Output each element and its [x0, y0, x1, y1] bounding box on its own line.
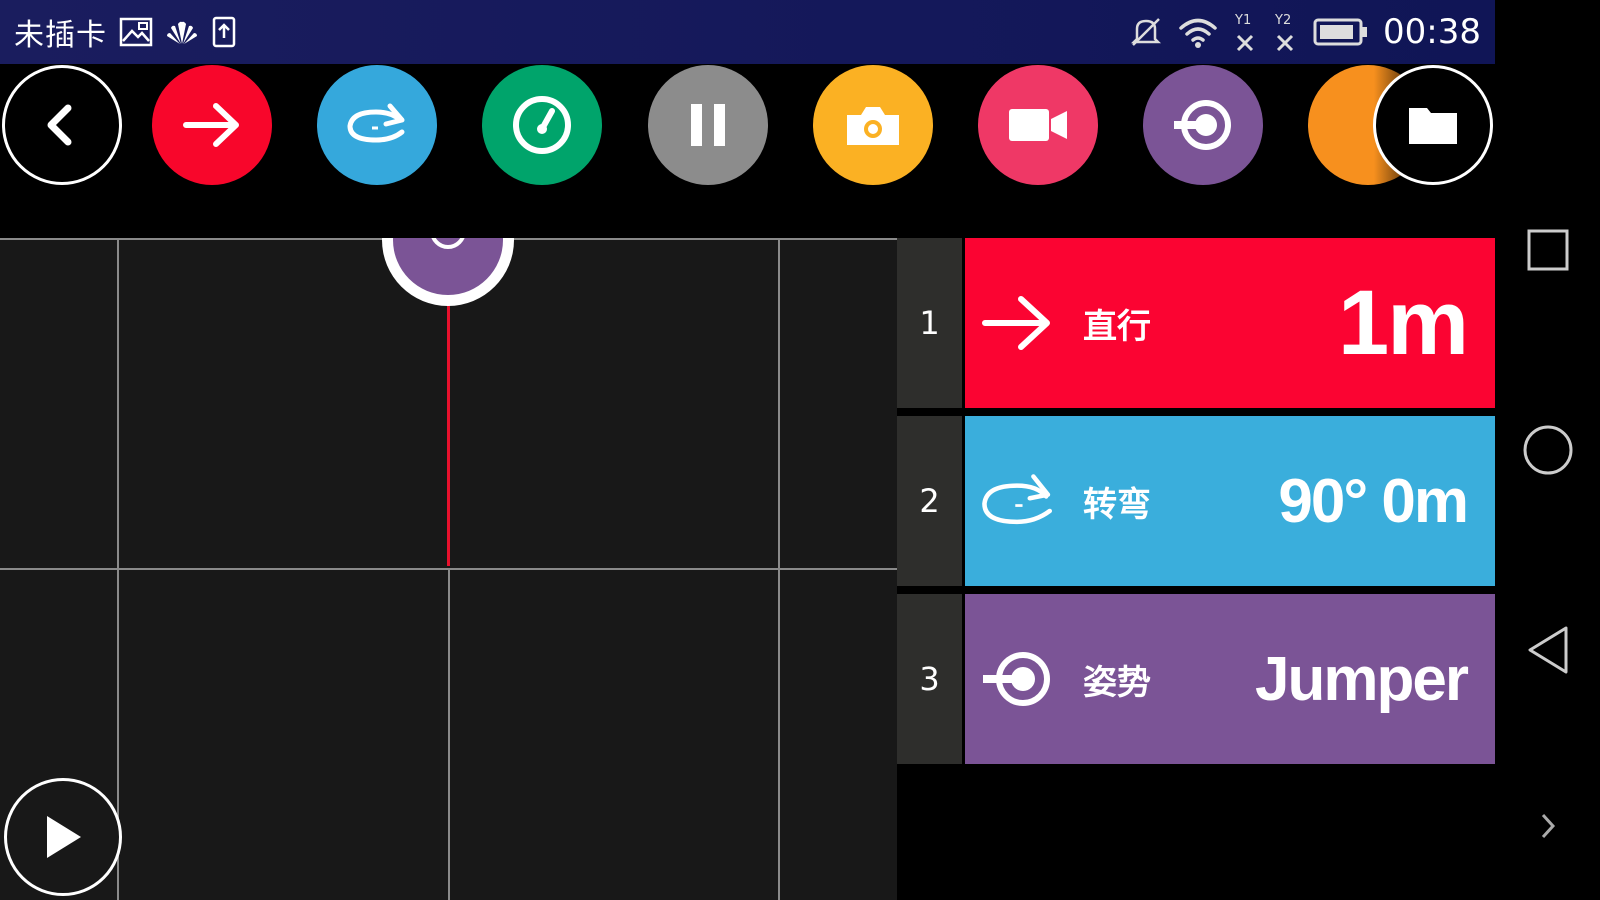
command-label: 直行 [1083, 306, 1151, 347]
command-value: 1m [1338, 271, 1469, 374]
back-nav-button[interactable] [1495, 620, 1600, 680]
image-icon [119, 17, 153, 47]
battery-icon [1313, 17, 1369, 47]
command-list: 1 直行 1m 2 转弯 90° 0m 3 姿势 Jumper [897, 238, 1495, 768]
posture-button[interactable] [1143, 65, 1263, 185]
posture-icon [979, 640, 1057, 718]
command-row-1[interactable]: 1 直行 1m [897, 238, 1495, 408]
camera-icon [847, 107, 899, 145]
folder-icon [1409, 108, 1457, 144]
arrow-right-icon [183, 103, 239, 147]
speed-button[interactable] [482, 65, 602, 185]
command-index: 2 [897, 416, 962, 586]
command-row-2[interactable]: 2 转弯 90° 0m [897, 416, 1495, 586]
back-button[interactable] [2, 65, 122, 185]
pause-button[interactable] [648, 65, 768, 185]
pause-icon [691, 104, 725, 146]
grid-line [117, 238, 119, 900]
video-camera-icon [1009, 109, 1067, 141]
command-row-3[interactable]: 3 姿势 Jumper [897, 594, 1495, 764]
play-icon [47, 816, 81, 858]
robot-path-line [447, 298, 450, 566]
sim1-no-signal-icon: Y1 [1233, 10, 1259, 54]
svg-text:Y1: Y1 [1234, 13, 1251, 28]
chevron-right-icon [1541, 813, 1555, 839]
straight-button[interactable] [152, 65, 272, 185]
huawei-logo-icon [165, 18, 199, 46]
arrow-right-icon [979, 284, 1057, 362]
upload-icon [211, 16, 237, 48]
sim2-no-signal-icon: Y2 [1273, 10, 1299, 54]
speedometer-icon [513, 96, 571, 154]
mute-icon [1129, 15, 1163, 49]
recents-button[interactable] [1495, 225, 1600, 275]
posture-icon [431, 238, 465, 249]
status-bar: 未插卡 Y1 Y2 00:38 [0, 0, 1495, 64]
command-label: 姿势 [1083, 662, 1151, 703]
system-nav-bar [1495, 0, 1600, 900]
wifi-icon [1177, 15, 1219, 49]
command-value: Jumper [1255, 644, 1469, 714]
play-button[interactable] [4, 778, 122, 896]
command-label: 转弯 [1083, 484, 1151, 525]
video-button[interactable] [978, 65, 1098, 185]
command-index: 3 [897, 594, 962, 764]
grid-line [778, 238, 780, 900]
command-toolbar [0, 64, 1495, 186]
svg-text:Y2: Y2 [1274, 13, 1291, 28]
turn-button[interactable] [317, 65, 437, 185]
command-index: 1 [897, 238, 962, 408]
posture-icon [1174, 100, 1231, 150]
turn-arrow-icon [979, 462, 1057, 540]
clock: 00:38 [1383, 12, 1481, 52]
expand-nav-button[interactable] [1495, 808, 1600, 844]
grid-line [448, 568, 450, 900]
path-map[interactable] [0, 238, 897, 900]
chevron-left-icon [47, 104, 72, 146]
camera-button[interactable] [813, 65, 933, 185]
square-icon [1527, 229, 1568, 271]
circle-icon [1523, 425, 1572, 475]
command-value: 90° 0m [1278, 466, 1469, 536]
folder-button[interactable] [1373, 65, 1493, 185]
carrier-text: 未插卡 [14, 18, 107, 53]
triangle-back-icon [1528, 626, 1567, 674]
turn-arrow-icon [347, 103, 405, 143]
home-button[interactable] [1495, 420, 1600, 480]
robot-position-marker[interactable] [382, 238, 514, 306]
